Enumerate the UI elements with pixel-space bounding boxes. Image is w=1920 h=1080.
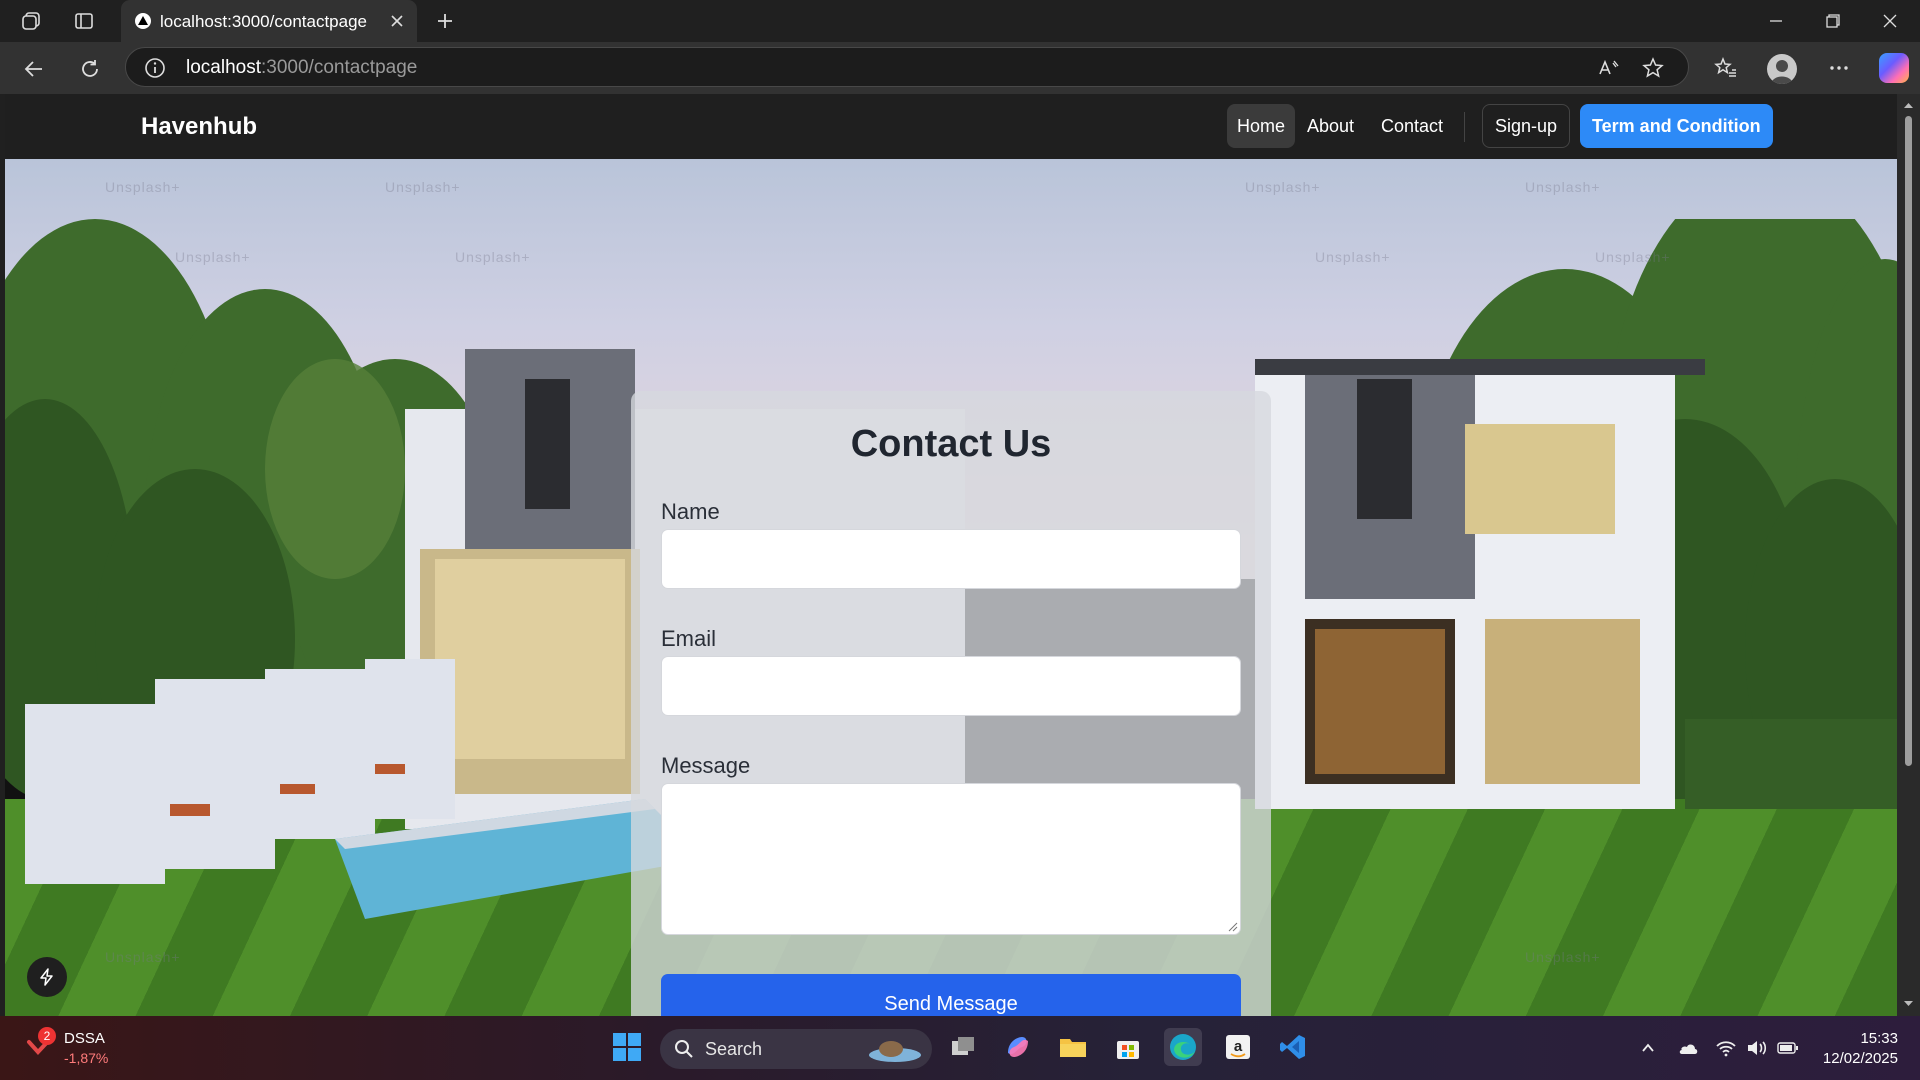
favorites-icon[interactable]: [1712, 54, 1740, 82]
profile-avatar[interactable]: [1767, 54, 1797, 84]
task-view-icon[interactable]: [944, 1028, 982, 1066]
site-info-icon[interactable]: [144, 57, 166, 79]
microsoft-store-icon[interactable]: [1109, 1028, 1147, 1066]
windows-start-icon[interactable]: [608, 1028, 646, 1066]
wifi-icon[interactable]: [1714, 1036, 1738, 1060]
page-viewport: Havenhub Home About Contact Sign-up Term…: [5, 94, 1897, 1016]
vscode-icon[interactable]: [1274, 1028, 1312, 1066]
tab-title: localhost:3000/contactpage: [160, 12, 367, 31]
contact-card: Contact Us Name Email Message Send Messa…: [631, 391, 1271, 1016]
watermark-text: Unsplash+: [1595, 249, 1671, 265]
workspaces-icon[interactable]: [18, 8, 44, 34]
windows-taskbar: 2 DSSA -1,87% Search a 15:33 12/02/2025: [0, 1016, 1920, 1080]
hero-background: Unsplash+ Unsplash+ Unsplash+ Unsplash+ …: [5, 159, 1897, 1016]
page-scrollbar[interactable]: [1897, 94, 1920, 1016]
watermark-text: Unsplash+: [455, 249, 531, 265]
vertical-tabs-icon[interactable]: [71, 8, 97, 34]
site-navbar: Havenhub Home About Contact Sign-up Term…: [5, 94, 1897, 159]
battery-icon[interactable]: [1776, 1036, 1800, 1060]
clock-time: 15:33: [1860, 1030, 1898, 1047]
favorite-star-icon[interactable]: [1641, 56, 1665, 80]
stock-change: -1,87%: [64, 1050, 109, 1066]
onedrive-cloud-icon[interactable]: [1676, 1036, 1700, 1060]
email-input[interactable]: [661, 656, 1241, 716]
message-label: Message: [661, 753, 751, 778]
browser-toolbar: localhost:3000/contactpage: [0, 42, 1920, 94]
volume-icon[interactable]: [1745, 1036, 1769, 1060]
url-text: localhost:3000/contactpage: [186, 57, 418, 78]
terms-button[interactable]: Term and Condition: [1580, 104, 1773, 148]
name-input[interactable]: [661, 529, 1241, 589]
watermark-text: Unsplash+: [385, 179, 461, 195]
nav-divider: [1464, 112, 1465, 142]
watermark-text: Unsplash+: [1525, 179, 1601, 195]
edge-browser-icon[interactable]: [1164, 1028, 1202, 1066]
nav-link-contact[interactable]: Contact: [1371, 104, 1453, 148]
signup-button[interactable]: Sign-up: [1482, 104, 1571, 148]
copilot-icon[interactable]: [1879, 53, 1909, 83]
amazon-icon[interactable]: a: [1219, 1028, 1257, 1066]
watermark-text: Unsplash+: [105, 179, 181, 195]
watermark-text: Unsplash+: [1245, 179, 1321, 195]
watermark-text: Unsplash+: [1525, 949, 1601, 965]
triangle-favicon-icon: [135, 13, 151, 29]
nav-link-about[interactable]: About: [1297, 104, 1364, 148]
nav-link-home[interactable]: Home: [1227, 104, 1296, 148]
active-tab[interactable]: localhost:3000/contactpage: [121, 0, 417, 42]
back-arrow-icon[interactable]: [21, 56, 47, 82]
clock-date: 12/02/2025: [1822, 1050, 1898, 1067]
read-aloud-icon[interactable]: [1596, 56, 1620, 80]
restore-icon[interactable]: [1822, 10, 1844, 32]
email-label: Email: [661, 626, 717, 651]
show-hidden-icons-chevron-icon[interactable]: [1636, 1036, 1660, 1060]
copilot-taskbar-icon[interactable]: [999, 1028, 1037, 1066]
watermark-text: Unsplash+: [1315, 249, 1391, 265]
scroll-up-arrow-icon[interactable]: [1903, 100, 1914, 111]
site-brand[interactable]: Havenhub: [141, 113, 257, 141]
refresh-icon[interactable]: [77, 56, 103, 82]
watermark-text: Unsplash+: [175, 249, 251, 265]
watermark-text: Unsplash+: [105, 949, 181, 965]
send-message-button[interactable]: Send Message: [661, 974, 1241, 1016]
taskbar-search[interactable]: Search: [660, 1029, 932, 1069]
browser-tab-strip: localhost:3000/contactpage: [0, 0, 1920, 42]
search-icon: [675, 1040, 693, 1058]
close-window-icon[interactable]: [1879, 10, 1901, 32]
scrollbar-thumb[interactable]: [1905, 116, 1912, 766]
name-label: Name: [661, 499, 720, 524]
search-highlight-icon: [869, 1041, 921, 1062]
close-tab-icon[interactable]: [387, 11, 407, 31]
bolt-icon[interactable]: [27, 957, 67, 997]
scroll-down-arrow-icon[interactable]: [1903, 998, 1914, 1009]
address-bar[interactable]: localhost:3000/contactpage: [125, 47, 1689, 87]
search-label: Search: [705, 1039, 763, 1059]
minimize-icon[interactable]: [1765, 10, 1787, 32]
svg-text:a: a: [1234, 1038, 1243, 1055]
new-tab-icon[interactable]: [432, 8, 458, 34]
file-explorer-icon[interactable]: [1054, 1028, 1092, 1066]
resize-handle-icon[interactable]: [1228, 922, 1238, 932]
contact-title: Contact Us: [850, 423, 1052, 465]
stock-symbol[interactable]: DSSA: [64, 1030, 105, 1047]
message-textarea[interactable]: [661, 783, 1241, 935]
taskbar-clock[interactable]: 15:33 12/02/2025: [1808, 1029, 1898, 1069]
notification-badge: 2: [38, 1027, 56, 1045]
more-options-icon[interactable]: [1825, 54, 1853, 82]
